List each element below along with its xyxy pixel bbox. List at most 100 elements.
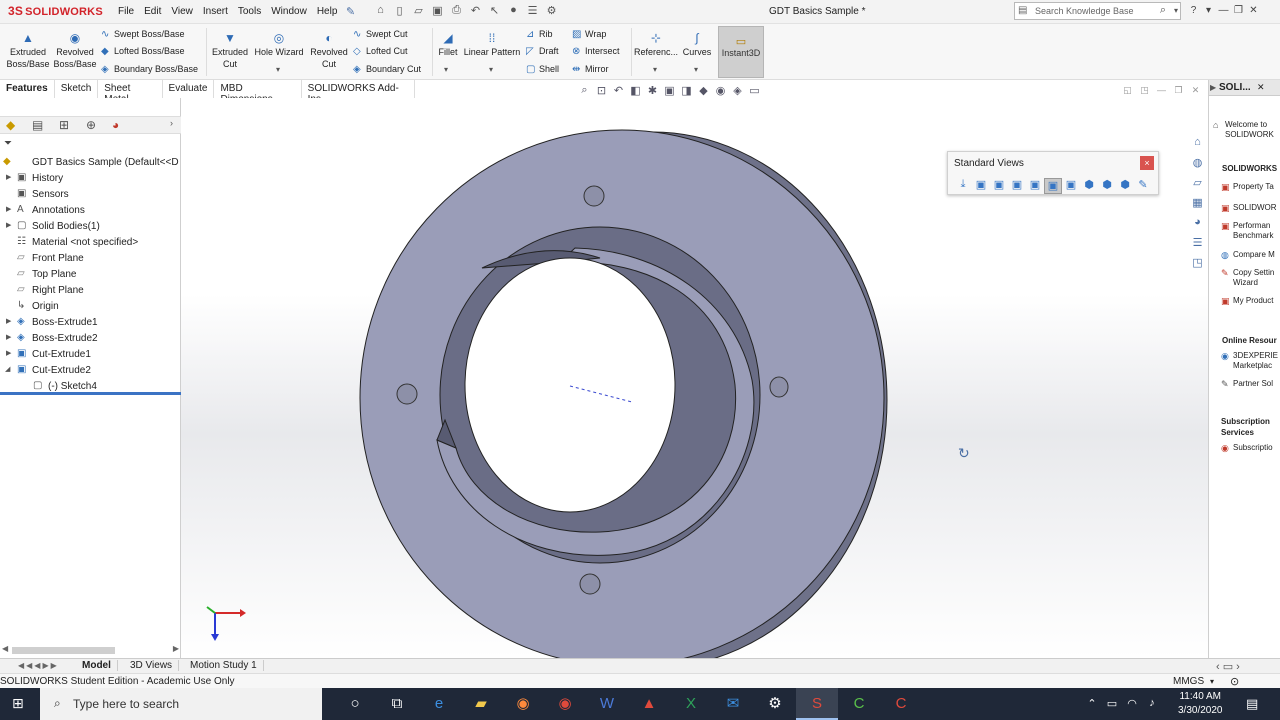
hide-show-icon[interactable]: ◆ xyxy=(695,84,712,97)
tree-item-cut-extrude2[interactable]: ◢ ▣ Cut-Extrude2 xyxy=(0,363,181,379)
rebuild-icon[interactable]: ● xyxy=(505,4,522,20)
view-palette-tab-icon[interactable]: ▦ xyxy=(1187,196,1208,216)
draft-button[interactable]: ◸ Draft xyxy=(526,46,559,57)
chevron-right-icon[interactable]: › xyxy=(170,118,173,128)
curves-dropdown-icon[interactable]: ▾ xyxy=(694,65,698,74)
tab-model[interactable]: Model xyxy=(76,660,118,671)
chevron-down-icon[interactable]: ▾ xyxy=(1174,6,1178,15)
tree-item-boss-extrude1[interactable]: ▶ ◈ Boss-Extrude1 xyxy=(0,315,181,331)
tp-welcome[interactable]: ⌂ Welcome to SOLIDWORK xyxy=(1213,120,1274,140)
tp-performance-benchmark[interactable]: ▣ Performan Benchmark xyxy=(1221,221,1273,241)
hole-wizard-dropdown-icon[interactable]: ▾ xyxy=(276,65,280,74)
mail-icon[interactable]: ✉ xyxy=(712,688,754,720)
menu-help[interactable]: Help xyxy=(317,6,338,17)
reference-dropdown-icon[interactable]: ▾ xyxy=(653,65,657,74)
tree-item-solid-bodies[interactable]: ▶ ▢ Solid Bodies(1) xyxy=(0,219,181,235)
expand-arrow-icon[interactable]: ▶ xyxy=(6,221,11,229)
tp-partner-solutions[interactable]: ✎ Partner Sol xyxy=(1221,379,1273,389)
viewport-close-icon[interactable]: ✕ xyxy=(1187,85,1204,96)
notifications-icon[interactable]: ▤ xyxy=(1246,696,1258,712)
excel-icon[interactable]: X xyxy=(670,688,712,720)
unit-system[interactable]: MMGS xyxy=(1173,676,1204,687)
cortana-icon[interactable]: ○ xyxy=(334,688,376,720)
taskbar-clock[interactable]: 11:40 AM 3/30/2020 xyxy=(1178,690,1223,718)
instant3d-button[interactable]: ▭ Instant3D xyxy=(718,26,764,78)
display-manager-tab-icon[interactable]: ◕ xyxy=(112,118,119,132)
isometric-view-icon[interactable]: ⬢ xyxy=(1080,178,1098,194)
tp-subscription-services[interactable]: ◉ Subscriptio xyxy=(1221,443,1273,453)
tree-item-history[interactable]: ▶ ▣ History xyxy=(0,171,181,187)
resources-tab-icon[interactable]: ◍ xyxy=(1187,156,1208,176)
taskbar-search-input[interactable]: Type here to search xyxy=(73,697,179,711)
tree-item-cut-extrude1[interactable]: ▶ ▣ Cut-Extrude1 xyxy=(0,347,181,363)
tab-sketch[interactable]: Sketch xyxy=(55,80,99,98)
tab-solidworks-addins[interactable]: SOLIDWORKS Add-Ins xyxy=(302,80,416,105)
mirror-button[interactable]: ⇹ Mirror xyxy=(572,64,609,75)
tab-3d-views[interactable]: 3D Views xyxy=(124,660,180,671)
tab-sheet-metal[interactable]: Sheet Metal xyxy=(98,80,163,105)
rebuild-status-icon[interactable]: ⊙ xyxy=(1230,675,1239,688)
zoom-to-fit-icon[interactable]: ⌕ xyxy=(576,84,593,97)
lofted-boss-button[interactable]: ◆ Lofted Boss/Base xyxy=(101,46,185,57)
linear-pattern-button[interactable]: ⁞⁞ Linear Pattern xyxy=(462,32,522,58)
menu-insert[interactable]: Insert xyxy=(203,6,228,17)
view-settings-icon[interactable]: ▭ xyxy=(746,84,763,97)
right-view-icon[interactable]: ▣ xyxy=(1026,178,1044,194)
close-icon[interactable]: × xyxy=(1140,156,1154,170)
tree-item-top-plane[interactable]: ▱ Top Plane xyxy=(0,267,181,283)
tp-3dexperience-marketplace[interactable]: ◉ 3DEXPERIE Marketplac xyxy=(1221,351,1278,371)
revolved-cut-button[interactable]: ◐ Revolved Cut xyxy=(308,32,350,70)
tree-item-sketch4[interactable]: ▢ (-) Sketch4 xyxy=(0,379,181,395)
windows-start-icon[interactable]: ⊞ xyxy=(12,695,24,712)
undo-icon[interactable]: ↶ xyxy=(467,4,484,20)
tab-evaluate[interactable]: Evaluate xyxy=(163,80,215,98)
menu-view[interactable]: View xyxy=(171,6,193,17)
tree-item-boss-extrude2[interactable]: ▶ ◈ Boss-Extrude2 xyxy=(0,331,181,347)
tree-item-annotations[interactable]: ▶ A Annotations xyxy=(0,203,181,219)
bottom-view-icon[interactable]: ▣ xyxy=(1062,178,1080,194)
units-dropdown-icon[interactable]: ▾ xyxy=(1210,677,1214,686)
edge-browser-icon[interactable]: e xyxy=(418,688,460,720)
minimize-icon[interactable]: — xyxy=(1216,5,1231,16)
viewport-split-icon[interactable]: ◳ xyxy=(1136,85,1153,96)
search-icon[interactable]: ⌕ xyxy=(1160,4,1166,17)
solidworks-logo[interactable]: 3S SOLIDWORKS xyxy=(8,4,103,18)
lofted-cut-button[interactable]: ◇ Lofted Cut xyxy=(353,46,408,57)
tp-property-tab[interactable]: ▣ Property Ta xyxy=(1221,182,1274,192)
help-dropdown-icon[interactable]: ▾ xyxy=(1201,5,1216,16)
tab-mbd-dimensions[interactable]: MBD Dimensions xyxy=(214,80,302,105)
tp-copy-settings-wizard[interactable]: ✎ Copy Settin Wizard xyxy=(1221,268,1274,288)
file-explorer-tab-icon[interactable]: ▱ xyxy=(1187,176,1208,196)
configuration-manager-tab-icon[interactable]: ⊞ xyxy=(59,118,69,132)
wrap-button[interactable]: ▨ Wrap xyxy=(572,29,606,40)
normal-to-icon[interactable]: ⤓ xyxy=(954,178,972,194)
feature-manager-tab-icon[interactable]: ◆ xyxy=(6,118,15,132)
view-orientation-icon[interactable]: ▣ xyxy=(661,84,678,97)
section-view-icon[interactable]: ◧ xyxy=(627,84,644,97)
swept-boss-button[interactable]: ∿ Swept Boss/Base xyxy=(101,29,185,40)
search-box[interactable]: ▤ Search Knowledge Base ⌕ ▾ xyxy=(1014,2,1181,20)
wifi-icon[interactable]: ◠ xyxy=(1122,697,1142,710)
swept-cut-button[interactable]: ∿ Swept Cut xyxy=(353,29,408,40)
menu-window[interactable]: Window xyxy=(271,6,307,17)
collapse-arrow-icon[interactable]: ▶ xyxy=(1210,83,1216,92)
fillet-button[interactable]: ◢ Fillet xyxy=(435,32,461,58)
restore-icon[interactable]: ❐ xyxy=(1231,5,1246,16)
front-view-icon[interactable]: ▣ xyxy=(972,178,990,194)
filter-icon[interactable]: ⏷ xyxy=(4,138,12,149)
options-gear-icon[interactable]: ⚙ xyxy=(543,4,560,20)
tab-motion-study-1[interactable]: Motion Study 1 xyxy=(184,660,264,671)
zoom-area-icon[interactable]: ⊡ xyxy=(593,84,610,97)
left-view-icon[interactable]: ▣ xyxy=(1008,178,1026,194)
curves-button[interactable]: ∫ Curves xyxy=(680,32,714,58)
open-folder-icon[interactable]: ▱ xyxy=(410,4,427,20)
previous-view-icon[interactable]: ↶ xyxy=(610,84,627,97)
property-manager-tab-icon[interactable]: ▤ xyxy=(32,118,43,132)
collapse-arrow-icon[interactable]: ◢ xyxy=(5,365,10,373)
scroll-thumb[interactable] xyxy=(12,647,115,654)
intersect-button[interactable]: ⊗ Intersect xyxy=(572,46,620,57)
boundary-boss-button[interactable]: ◈ Boundary Boss/Base xyxy=(101,64,198,75)
custom-properties-tab-icon[interactable]: ☰ xyxy=(1187,236,1208,256)
expand-arrow-icon[interactable]: ▶ xyxy=(6,205,11,213)
forum-tab-icon[interactable]: ◳ xyxy=(1187,256,1208,276)
